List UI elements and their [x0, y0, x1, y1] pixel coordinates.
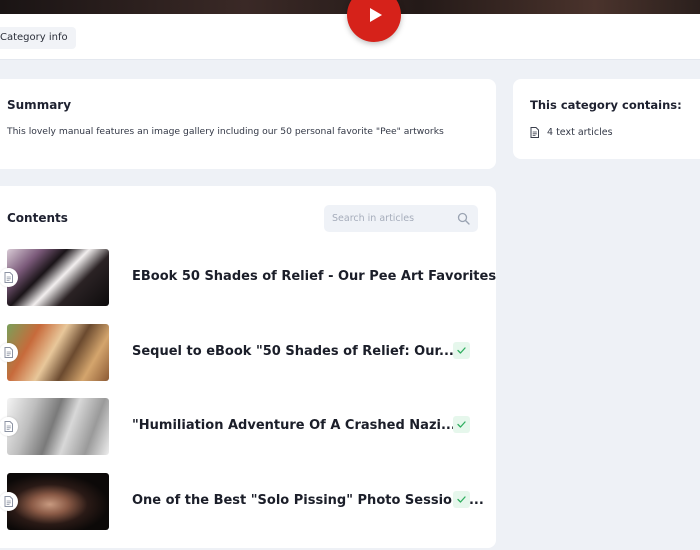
article-thumbnail[interactable] — [7, 324, 109, 381]
article-row[interactable]: "Humiliation Adventure Of A Crashed Nazi… — [0, 398, 496, 458]
completed-check — [453, 416, 470, 433]
check-icon — [457, 496, 466, 503]
document-icon — [530, 127, 539, 138]
completed-check — [453, 491, 470, 508]
category-contains-title: This category contains: — [530, 98, 682, 112]
article-title[interactable]: "Humiliation Adventure Of A Crashed Nazi… — [132, 418, 456, 433]
play-icon — [369, 8, 382, 22]
summary-text: This lovely manual features an image gal… — [7, 126, 444, 137]
article-row[interactable]: EBook 50 Shades of Relief - Our Pee Art … — [0, 249, 496, 309]
category-contains-card: This category contains: 4 text articles — [513, 79, 700, 159]
article-row[interactable]: Sequel to eBook "50 Shades of Relief: Ou… — [0, 324, 496, 384]
article-title[interactable]: EBook 50 Shades of Relief - Our Pee Art … — [132, 269, 496, 284]
article-title[interactable]: Sequel to eBook "50 Shades of Relief: Ou… — [132, 344, 454, 359]
document-icon — [4, 272, 13, 283]
contents-title: Contents — [7, 211, 68, 225]
summary-card: Summary This lovely manual features an i… — [0, 79, 496, 169]
category-contains-item: 4 text articles — [530, 127, 613, 138]
category-contains-count: 4 text articles — [547, 127, 613, 138]
search-input[interactable] — [332, 205, 452, 232]
check-icon — [457, 421, 466, 428]
article-thumbnail[interactable] — [7, 473, 109, 530]
article-row[interactable]: One of the Best "Solo Pissing" Photo Ses… — [0, 473, 496, 533]
document-icon — [4, 496, 13, 507]
completed-check — [453, 342, 470, 359]
search-icon[interactable] — [457, 212, 470, 225]
contents-card: Contents EBook 50 Shades of Relief - Our… — [0, 186, 496, 548]
document-icon — [4, 347, 13, 358]
article-title[interactable]: One of the Best "Solo Pissing" Photo Ses… — [132, 493, 484, 508]
tab-category-info[interactable]: Category info — [0, 27, 76, 49]
check-icon — [457, 347, 466, 354]
search-box — [324, 205, 478, 232]
summary-title: Summary — [7, 98, 72, 112]
article-thumbnail[interactable] — [7, 249, 109, 306]
document-icon — [4, 421, 13, 432]
article-thumbnail[interactable] — [7, 398, 109, 455]
